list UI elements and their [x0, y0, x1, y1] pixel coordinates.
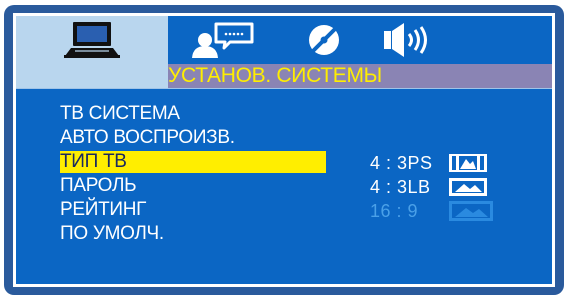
- speaker-icon: [384, 23, 427, 57]
- settings-menu: ТВ СИСТЕМА АВТО ВОСПРОИЗВ. ТИП ТВ ПАРОЛЬ…: [16, 88, 552, 284]
- tab-audio[interactable]: [370, 16, 442, 64]
- menu-item-default[interactable]: ПО УМОЛЧ.: [60, 223, 164, 245]
- pan-scan-icon: [449, 154, 487, 172]
- letterbox-icon: [449, 178, 487, 196]
- menu-item-tv-type[interactable]: ТИП ТВ: [60, 151, 326, 173]
- menu-item-rating[interactable]: РЕЙТИНГ: [60, 199, 146, 221]
- option-label: 4 : 3LB: [370, 176, 431, 197]
- tab-system[interactable]: [16, 16, 168, 64]
- tv-monitor-icon: [64, 22, 120, 58]
- osd-frame: УСТАНОВ. СИСТЕМЫ ТВ СИСТЕМА АВТО ВОСПРОИ…: [4, 5, 564, 295]
- widescreen-icon: [449, 201, 493, 221]
- tab-language[interactable]: [168, 16, 278, 64]
- option-label: 4 : 3PS: [370, 152, 433, 173]
- tab-video[interactable]: [278, 16, 370, 64]
- menu-item-tv-system[interactable]: ТВ СИСТЕМА: [60, 103, 180, 125]
- option-4-3-ps[interactable]: 4 : 3PS: [370, 152, 488, 174]
- page-title: УСТАНОВ. СИСТЕМЫ: [168, 64, 382, 87]
- menu-item-password[interactable]: ПАРОЛЬ: [60, 175, 137, 197]
- tab-bar: [16, 16, 552, 64]
- disc-icon: [309, 25, 339, 55]
- option-label: 16 : 9: [370, 200, 419, 221]
- menu-item-auto-play[interactable]: АВТО ВОСПРОИЗВ.: [60, 127, 235, 149]
- option-16-9[interactable]: 16 : 9: [370, 200, 494, 222]
- active-tab-extension: [16, 64, 168, 88]
- person-speech-icon: [192, 22, 254, 58]
- option-4-3-lb[interactable]: 4 : 3LB: [370, 176, 488, 198]
- setup-panel: УСТАНОВ. СИСТЕМЫ ТВ СИСТЕМА АВТО ВОСПРОИ…: [13, 13, 555, 287]
- title-bar: УСТАНОВ. СИСТЕМЫ: [16, 64, 552, 88]
